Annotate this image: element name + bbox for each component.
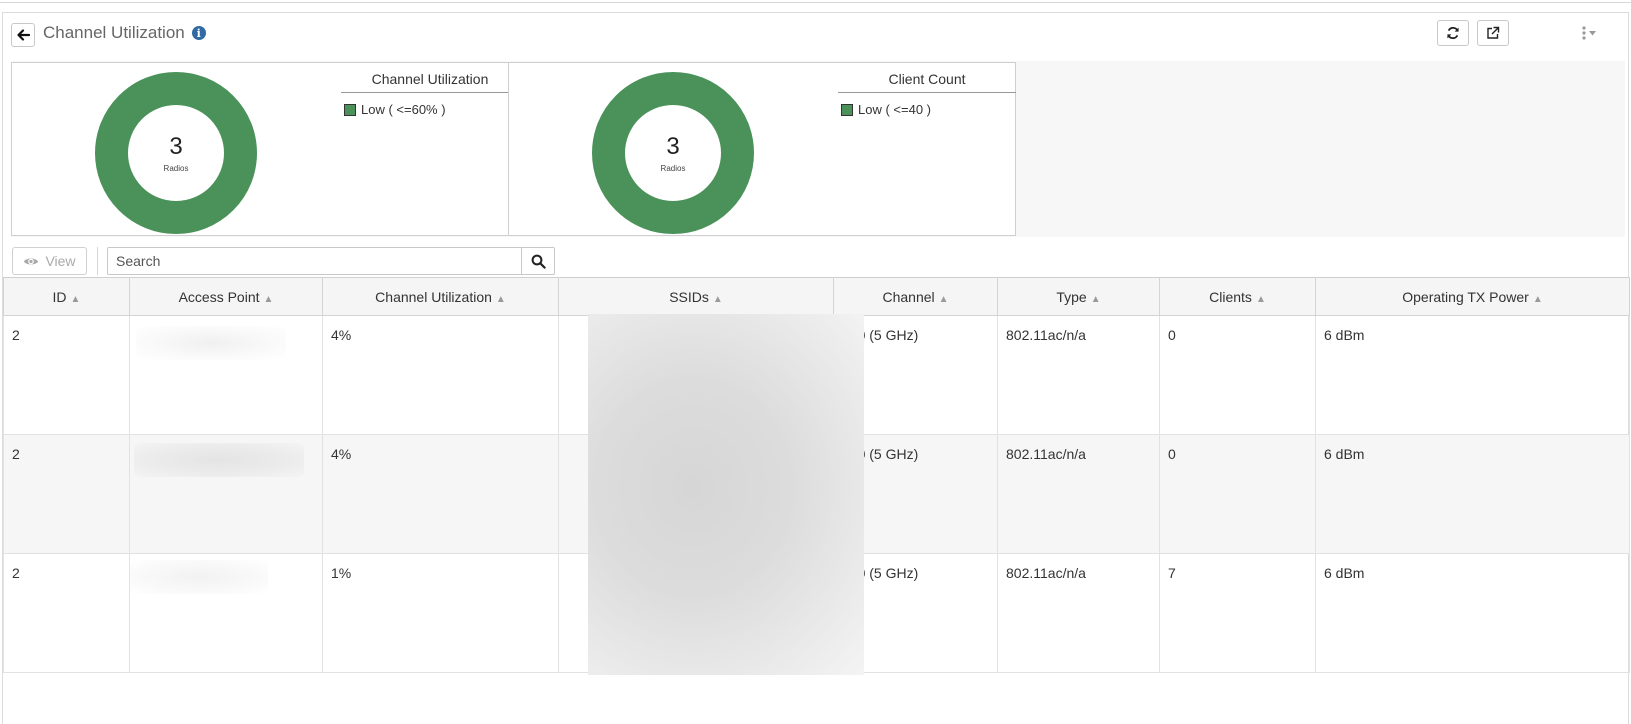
redacted-access-point	[130, 560, 268, 594]
legend-swatch	[344, 103, 356, 116]
refresh-button[interactable]	[1437, 20, 1469, 46]
page-title: Channel Utilization	[43, 23, 185, 42]
sort-icon: ▲︎	[1255, 293, 1266, 305]
cell-type: 802.11ac/n/a	[997, 315, 1160, 435]
redacted-ssids	[588, 314, 864, 675]
widget-header: Channel Utilization i	[3, 13, 1628, 57]
legend-swatch	[841, 103, 853, 116]
info-icon[interactable]: i	[191, 26, 206, 40]
refresh-icon	[1447, 26, 1459, 40]
top-border	[0, 2, 1631, 3]
sort-icon: ▲︎	[70, 293, 81, 305]
cell-id: 2	[3, 315, 130, 435]
column-header-id[interactable]: ID ▲︎	[3, 277, 130, 316]
donut-chart[interactable]: 3 Radios	[92, 69, 260, 237]
cell-id: 2	[3, 434, 130, 554]
sort-icon: ▲︎	[712, 293, 723, 305]
search-button[interactable]	[521, 247, 555, 275]
sort-icon: ▲︎	[1090, 293, 1101, 305]
more-options-icon	[1582, 26, 1586, 40]
column-header-type[interactable]: Type ▲︎	[997, 277, 1160, 316]
sort-icon: ▲︎	[938, 293, 949, 305]
cell-channel-utilization: 4%	[322, 434, 559, 554]
legend-label: Low ( <=40 )	[858, 102, 931, 117]
legend-item-low[interactable]: Low ( <=40 )	[841, 102, 1016, 117]
view-button[interactable]: View	[12, 247, 87, 275]
cell-channel-utilization: 1%	[322, 553, 559, 673]
cell-access-point	[129, 434, 323, 554]
chart-legend: Client Count Low ( <=40 )	[838, 63, 1016, 117]
view-button-label: View	[45, 253, 76, 269]
column-header-channel[interactable]: Channel ▲︎	[833, 277, 998, 316]
legend-title: Client Count	[838, 63, 1016, 93]
sort-icon: ▲︎	[1532, 293, 1543, 305]
donut-center-label: Radios	[163, 164, 189, 173]
back-button[interactable]	[11, 23, 35, 47]
legend-label: Low ( <=60% )	[361, 102, 446, 117]
column-header-access-point[interactable]: Access Point ▲︎	[129, 277, 323, 316]
donut-center-value: 3	[169, 133, 183, 160]
table-header-row: ID ▲︎ Access Point ▲︎ Channel Utilization ▲…	[3, 277, 1630, 316]
more-options-button[interactable]	[1582, 26, 1596, 40]
redacted-access-point	[134, 443, 304, 477]
chart-legend: Channel Utilization Low ( <=60% )	[341, 63, 519, 117]
cell-clients: 0	[1159, 434, 1316, 554]
cell-access-point	[129, 315, 323, 435]
cell-tx-power: 6 dBm	[1315, 553, 1630, 673]
widget-title-group: Channel Utilization i	[43, 23, 206, 43]
cell-tx-power: 6 dBm	[1315, 434, 1630, 554]
donut-center-label: Radios	[660, 164, 686, 173]
sort-icon: ▲︎	[495, 293, 506, 305]
legend-item-low[interactable]: Low ( <=60% )	[344, 102, 519, 117]
column-header-clients[interactable]: Clients ▲︎	[1159, 277, 1316, 316]
cell-clients: 0	[1159, 315, 1316, 435]
cell-clients: 7	[1159, 553, 1316, 673]
sort-icon: ▲︎	[263, 293, 274, 305]
search-icon	[531, 254, 546, 269]
external-link-icon	[1487, 26, 1500, 39]
column-header-ssids[interactable]: SSIDs ▲︎	[558, 277, 834, 316]
legend-title: Channel Utilization	[341, 63, 519, 93]
column-header-channel-utilization[interactable]: Channel Utilization ▲︎	[322, 277, 559, 316]
eye-icon	[24, 258, 39, 264]
donut-center-value: 3	[666, 133, 680, 160]
cell-type: 802.11ac/n/a	[997, 434, 1160, 554]
cell-id: 2	[3, 553, 130, 673]
chevron-down-icon	[1589, 30, 1596, 35]
cell-channel-utilization: 4%	[322, 315, 559, 435]
search-input[interactable]	[107, 247, 522, 275]
back-arrow-icon	[17, 29, 30, 41]
redacted-access-point	[136, 326, 286, 360]
chart-card-channel-utilization: 3 Radios Channel Utilization Low ( <=60%…	[11, 62, 519, 236]
chart-card-client-count: 3 Radios Client Count Low ( <=40 )	[508, 62, 1016, 236]
donut-chart[interactable]: 3 Radios	[589, 69, 757, 237]
cell-tx-power: 6 dBm	[1315, 315, 1630, 435]
cell-type: 802.11ac/n/a	[997, 553, 1160, 673]
cell-access-point	[129, 553, 323, 673]
column-header-tx-power[interactable]: Operating TX Power ▲︎	[1315, 277, 1630, 316]
toolbar-separator	[97, 247, 98, 275]
open-external-button[interactable]	[1477, 20, 1509, 46]
